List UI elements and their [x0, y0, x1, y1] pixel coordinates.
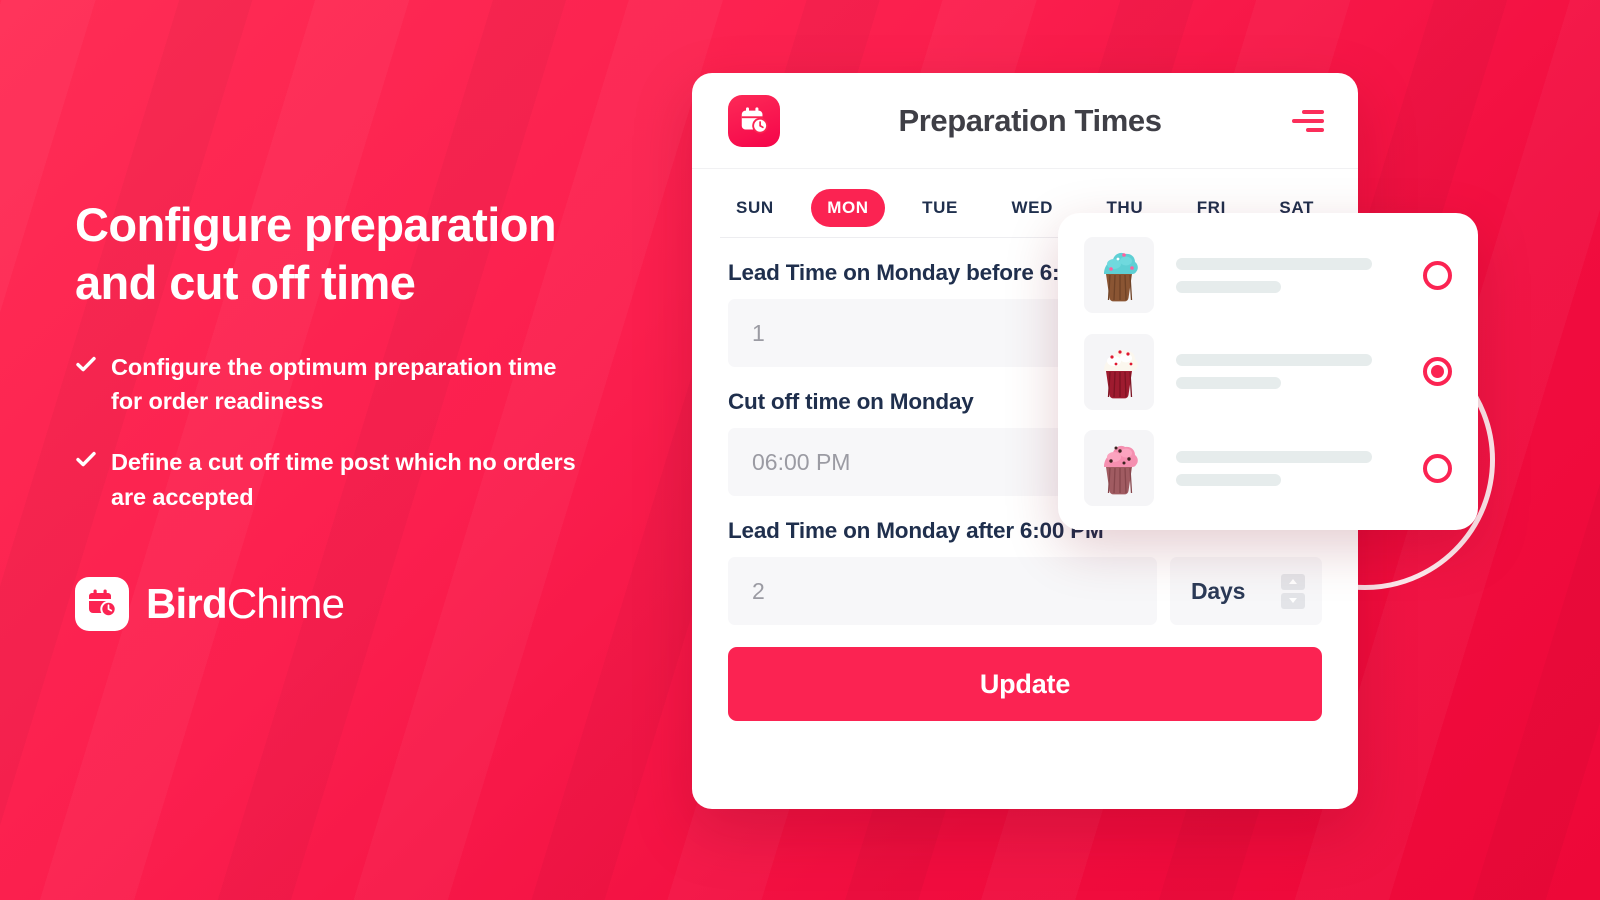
headline-line-1: Configure preparation: [75, 198, 557, 251]
page-title: Configure preparation and cut off time: [75, 196, 635, 312]
brand-name: BirdChime: [146, 579, 345, 628]
app-header: Preparation Times: [692, 73, 1358, 169]
list-item[interactable]: [1084, 428, 1452, 508]
update-button[interactable]: Update: [728, 647, 1322, 721]
placeholder-line: [1176, 473, 1281, 486]
radio-selected-icon[interactable]: [1423, 357, 1452, 386]
unit-label: Days: [1191, 577, 1246, 604]
stepper-up-icon[interactable]: [1281, 573, 1305, 590]
promo-banner: Configure preparation and cut off time C…: [0, 0, 1600, 900]
check-icon: [75, 445, 97, 473]
day-tab-tue[interactable]: TUE: [906, 189, 974, 227]
promo-copy-panel: Configure preparation and cut off time C…: [75, 196, 635, 631]
placeholder-line: [1176, 377, 1281, 389]
feature-bullet-list: Configure the optimum preparation time f…: [75, 350, 635, 515]
list-item[interactable]: [1084, 332, 1452, 412]
placeholder-line: [1176, 257, 1372, 270]
bullet-text: Define a cut off time post which no orde…: [111, 449, 576, 510]
placeholder-lines: [1176, 450, 1401, 486]
app-title: Preparation Times: [898, 102, 1162, 138]
brand-logo: BirdChime: [75, 576, 635, 631]
headline-line-2: and cut off time: [75, 255, 416, 309]
brand-name-light: Chime: [226, 579, 345, 627]
check-icon: [75, 350, 97, 378]
placeholder-line: [1176, 450, 1372, 463]
list-item: Define a cut off time post which no orde…: [75, 445, 635, 515]
calendar-clock-icon: [75, 576, 129, 631]
cupcake-white-frosting-red-base-icon: [1084, 333, 1154, 410]
placeholder-lines: [1176, 354, 1401, 389]
quantity-stepper[interactable]: Days: [1170, 557, 1322, 625]
list-item: Configure the optimum preparation time f…: [75, 350, 635, 420]
stepper-controls[interactable]: [1281, 573, 1305, 609]
stepper-down-icon[interactable]: [1281, 592, 1305, 609]
day-tab-wed[interactable]: WED: [995, 189, 1068, 227]
brand-name-bold: Bird: [146, 579, 228, 627]
day-tab-sun[interactable]: SUN: [720, 189, 790, 227]
list-item[interactable]: [1084, 235, 1452, 315]
field-lead-time-after: Lead Time on Monday after 6:00 PM 2 Days: [728, 518, 1322, 625]
cupcake-teal-frosting-icon: [1084, 237, 1154, 313]
product-picker-card: [1058, 213, 1478, 530]
placeholder-lines: [1176, 257, 1401, 293]
lead-time-after-input[interactable]: 2: [728, 557, 1157, 625]
bullet-text: Configure the optimum preparation time f…: [111, 353, 557, 415]
day-tab-mon[interactable]: MON: [811, 189, 885, 227]
placeholder-line: [1176, 280, 1281, 293]
placeholder-line: [1176, 354, 1372, 366]
cupcake-pink-frosting-icon: [1084, 430, 1154, 506]
radio-unselected-icon[interactable]: [1423, 453, 1452, 483]
hamburger-icon[interactable]: [1290, 109, 1324, 132]
radio-unselected-icon[interactable]: [1423, 260, 1452, 290]
